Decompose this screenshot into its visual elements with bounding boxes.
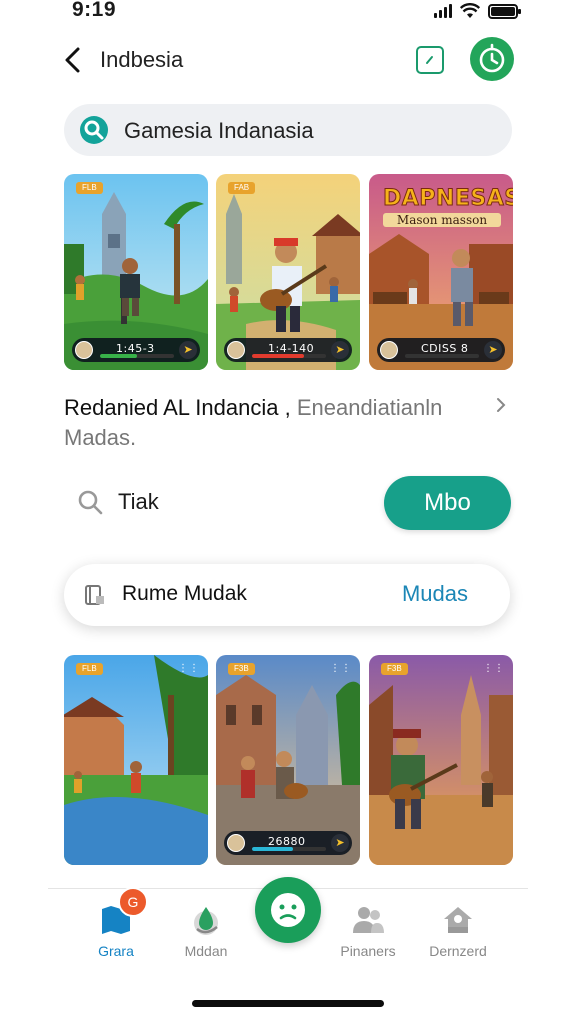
- pill-link[interactable]: Mudas: [402, 581, 468, 607]
- card-badge: F3B: [228, 663, 255, 675]
- more-icon[interactable]: ⋮⋮: [330, 663, 352, 674]
- card-badge: F3B: [381, 663, 408, 675]
- expand-icon: [426, 56, 433, 64]
- chevron-left-icon: [65, 47, 80, 73]
- center-action-button[interactable]: [255, 877, 321, 943]
- tab-mddan[interactable]: Mddan: [156, 903, 256, 959]
- timer-button[interactable]: [470, 37, 514, 81]
- progress-fill: [252, 847, 293, 851]
- featured-card[interactable]: FAB 1:4-140 ➤: [216, 174, 360, 370]
- avatar: [75, 341, 93, 359]
- progress-fill: [100, 354, 137, 358]
- mbo-button[interactable]: Mbo: [384, 476, 511, 530]
- banner-subtitle: Mason masson: [383, 213, 501, 227]
- wifi-icon: [460, 3, 480, 18]
- card-progress-bar: 1:45-3 ➤: [72, 338, 200, 362]
- tab-label: Pinaners: [340, 943, 396, 959]
- more-icon[interactable]: ⋮⋮: [483, 663, 505, 674]
- game-art-sunset-guitarist: [369, 655, 513, 865]
- search-icon: [78, 490, 103, 515]
- tab-dernzerd[interactable]: Dernzerd: [408, 903, 508, 959]
- status-time: 9:19: [72, 0, 117, 21]
- featured-card[interactable]: FLB 1:45-3 ➤: [64, 174, 208, 370]
- arrow-right-icon[interactable]: ➤: [331, 834, 349, 852]
- drop-icon: [194, 907, 218, 935]
- tab-pinaners[interactable]: Pinaners: [318, 903, 418, 959]
- game-card[interactable]: F3B ⋮⋮: [369, 655, 513, 865]
- chevron-right-icon[interactable]: [492, 396, 510, 414]
- arrow-right-icon[interactable]: ➤: [331, 341, 349, 359]
- avatar: [380, 341, 398, 359]
- featured-card[interactable]: DAPNESAS Mason masson CDISS 8 ➤: [369, 174, 513, 370]
- status-bar: 9:19: [0, 0, 576, 28]
- tab-label: Mddan: [184, 943, 228, 959]
- section-title: Redanied AL Indancia ,: [64, 395, 291, 420]
- card-badge: FAB: [228, 182, 256, 194]
- collection-pill[interactable]: Rume Mudak Mudas: [64, 564, 510, 626]
- card-progress-bar: CDISS 8 ➤: [377, 338, 505, 362]
- tab-grara[interactable]: Grara: [66, 903, 166, 959]
- battery-icon: [488, 3, 521, 19]
- signal-icon: [434, 4, 452, 18]
- banner-title: DAPNESAS: [383, 186, 514, 212]
- card-progress-bar: 1:4-140 ➤: [224, 338, 352, 362]
- clock-icon: [479, 43, 505, 73]
- progress-fill: [252, 354, 304, 358]
- avatar: [227, 834, 245, 852]
- game-card[interactable]: F3B ⋮⋮ 26880 ➤: [216, 655, 360, 865]
- document-icon: [85, 585, 104, 605]
- section-header: Redanied AL Indancia , Eneandiatianln Ma…: [64, 393, 504, 453]
- card-badge: FLB: [76, 663, 103, 675]
- filter-label: Tiak: [118, 489, 159, 514]
- filter-row[interactable]: Tiak: [76, 486, 159, 518]
- face-icon: [271, 893, 305, 927]
- tab-label: Grara: [98, 943, 134, 959]
- search-bar[interactable]: Gamesia Indanasia: [64, 104, 512, 156]
- more-icon[interactable]: ⋮⋮: [178, 663, 200, 674]
- people-icon: [353, 907, 384, 933]
- avatar: [227, 341, 245, 359]
- status-icons: [434, 3, 521, 19]
- game-art-river-village: [64, 655, 208, 865]
- back-button[interactable]: [60, 46, 88, 74]
- arrow-right-icon[interactable]: ➤: [179, 341, 197, 359]
- home-icon: [444, 907, 472, 933]
- expand-button[interactable]: [416, 46, 444, 74]
- arrow-right-icon[interactable]: ➤: [484, 341, 502, 359]
- game-title-banner: DAPNESAS Mason masson: [383, 186, 514, 227]
- search-icon: [80, 116, 108, 144]
- notification-badge: G: [118, 887, 148, 917]
- tab-label: Dernzerd: [429, 943, 487, 959]
- card-badge: FLB: [76, 182, 103, 194]
- home-indicator[interactable]: [192, 1000, 384, 1007]
- card-progress-bar: 26880 ➤: [224, 831, 352, 855]
- pill-label: Rume Mudak: [122, 582, 247, 605]
- game-card[interactable]: FLB ⋮⋮: [64, 655, 208, 865]
- page-title: Indbesia: [100, 47, 184, 72]
- search-input[interactable]: Gamesia Indanasia: [124, 118, 314, 144]
- top-app-bar: Indbesia: [0, 36, 576, 86]
